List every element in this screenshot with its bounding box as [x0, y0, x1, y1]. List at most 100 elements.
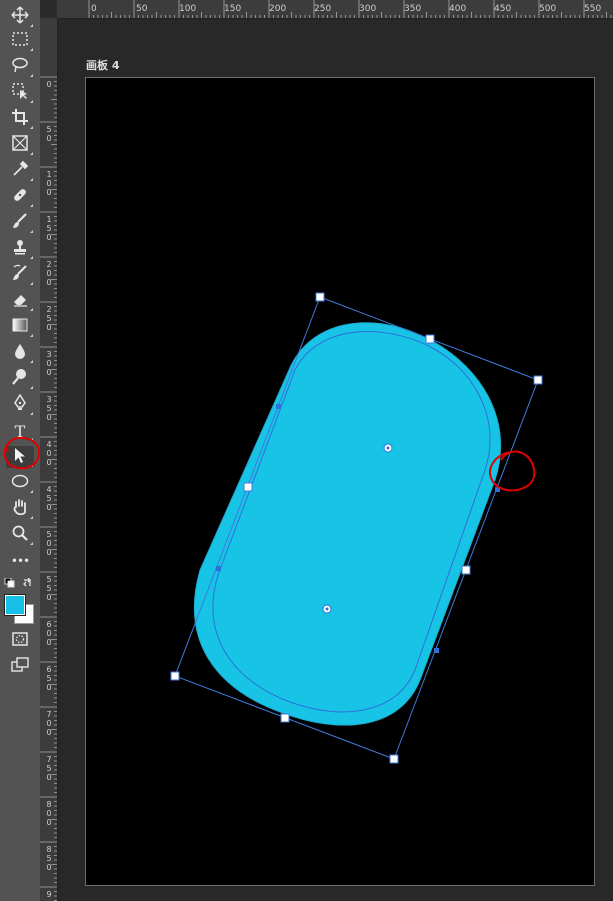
edit-toolbar[interactable]: •••: [6, 550, 34, 572]
tool-group-indicator: [30, 308, 33, 311]
eyedropper-tool[interactable]: [6, 160, 34, 182]
tools-panel: T •••: [0, 0, 41, 901]
ruler-label: 200: [269, 4, 287, 14]
ruler-label: 0: [91, 4, 97, 14]
dodge-icon: [11, 368, 29, 390]
tool-group-indicator: [30, 48, 33, 51]
marquee-tool[interactable]: [6, 30, 34, 52]
zoom-tool[interactable]: [6, 524, 34, 546]
tool-group-indicator: [30, 516, 33, 519]
ruler-label: 600: [46, 620, 52, 647]
ruler-label: 250: [46, 305, 52, 332]
ruler-label: 650: [46, 665, 52, 692]
history-brush-icon: [11, 264, 29, 286]
stamp-icon: [11, 238, 29, 260]
ruler-label: 300: [46, 350, 52, 377]
foreground-color-swatch[interactable]: [4, 594, 26, 616]
rect-marquee-icon: [11, 30, 29, 52]
brush-icon: [11, 212, 29, 234]
pen-icon: [11, 393, 29, 416]
healing-brush-tool[interactable]: [6, 186, 34, 208]
hand-tool[interactable]: [6, 498, 34, 520]
ruler-label: 250: [314, 4, 332, 14]
zoom-icon: [11, 524, 29, 546]
tool-group-indicator: [30, 24, 33, 27]
ruler-label: 100: [179, 4, 197, 14]
default-colors-icon[interactable]: [4, 577, 15, 588]
frame-tool[interactable]: [6, 134, 34, 156]
tool-group-indicator: [30, 230, 33, 233]
direct-select-arrow-icon: [11, 446, 29, 468]
ruler-label: 50: [136, 4, 148, 14]
ruler-label: 450: [46, 485, 52, 512]
pen-tool[interactable]: [6, 393, 34, 416]
drop-icon: [11, 342, 29, 364]
blur-tool[interactable]: [6, 342, 34, 364]
swap-colors-icon[interactable]: [23, 577, 31, 587]
tool-group-indicator: [30, 464, 33, 467]
tool-group-indicator: [30, 490, 33, 493]
eyedropper-icon: [11, 160, 29, 182]
type-tool[interactable]: T: [6, 420, 34, 442]
eraser-tool[interactable]: [6, 290, 34, 312]
ellipse-icon: [11, 472, 29, 494]
ruler-label: 50: [46, 125, 52, 143]
artboard[interactable]: [85, 77, 595, 886]
crop-icon: [11, 108, 29, 130]
ruler-label: 300: [359, 4, 377, 14]
lasso-tool[interactable]: [6, 56, 34, 78]
tool-group-indicator: [30, 100, 33, 103]
artboard-label[interactable]: 画板 4: [86, 57, 119, 73]
gradient-tool[interactable]: [6, 316, 34, 338]
ruler-label: 0: [46, 80, 52, 89]
tool-group-indicator: [30, 204, 33, 207]
history-brush-tool[interactable]: [6, 264, 34, 286]
ellipse-tool[interactable]: [6, 472, 34, 494]
tool-group-indicator: [30, 360, 33, 363]
screen-mode-button[interactable]: [6, 656, 34, 678]
vertical-ruler[interactable]: 0 50 100 150 200 250 300 350 400 450 500 550 600 650 7…: [40, 18, 58, 901]
ruler-label: 400: [46, 440, 52, 467]
dodge-tool[interactable]: [6, 368, 34, 390]
tool-group-indicator: [30, 438, 33, 441]
move-tool[interactable]: [6, 6, 34, 28]
ruler-label: 550: [46, 575, 52, 602]
quick-mask-button[interactable]: [6, 630, 34, 652]
frame-icon: [11, 134, 29, 156]
ruler-label: 750: [46, 755, 52, 782]
brush-tool[interactable]: [6, 212, 34, 234]
type-icon: T: [14, 421, 26, 441]
move-icon: [11, 6, 29, 28]
tool-group-indicator: [30, 386, 33, 389]
clone-stamp-tool[interactable]: [6, 238, 34, 260]
ruler-label: 350: [404, 4, 422, 14]
ruler-label: 450: [494, 4, 512, 14]
ruler-label: 150: [224, 4, 242, 14]
gradient-icon: [11, 316, 29, 338]
ruler-label: 9: [46, 890, 52, 899]
quick-mask-icon: [11, 630, 29, 652]
ruler-label: 150: [46, 215, 52, 242]
lasso-icon: [11, 56, 29, 78]
object-select-tool[interactable]: [6, 82, 34, 104]
ruler-label: 350: [46, 395, 52, 422]
bandage-icon: [11, 186, 29, 208]
ruler-label: 400: [449, 4, 467, 14]
crop-tool[interactable]: [6, 108, 34, 130]
tool-group-indicator: [30, 256, 33, 259]
ruler-label: 850: [46, 845, 52, 872]
eraser-icon: [11, 290, 29, 312]
ruler-label: 200: [46, 260, 52, 287]
tool-group-indicator: [30, 152, 33, 155]
hand-icon: [11, 498, 29, 520]
more-icon: •••: [10, 554, 30, 568]
horizontal-ruler[interactable]: 0 50 100 150 200 250 300 350 400 450 500 550: [57, 0, 613, 19]
tool-group-indicator: [30, 178, 33, 181]
ruler-label: 800: [46, 800, 52, 827]
tool-group-indicator: [30, 334, 33, 337]
direct-selection-tool[interactable]: [6, 446, 34, 468]
tool-group-indicator: [30, 282, 33, 285]
tool-group-indicator: [30, 126, 33, 129]
ruler-label: 500: [46, 530, 52, 557]
ruler-label: 550: [584, 4, 602, 14]
